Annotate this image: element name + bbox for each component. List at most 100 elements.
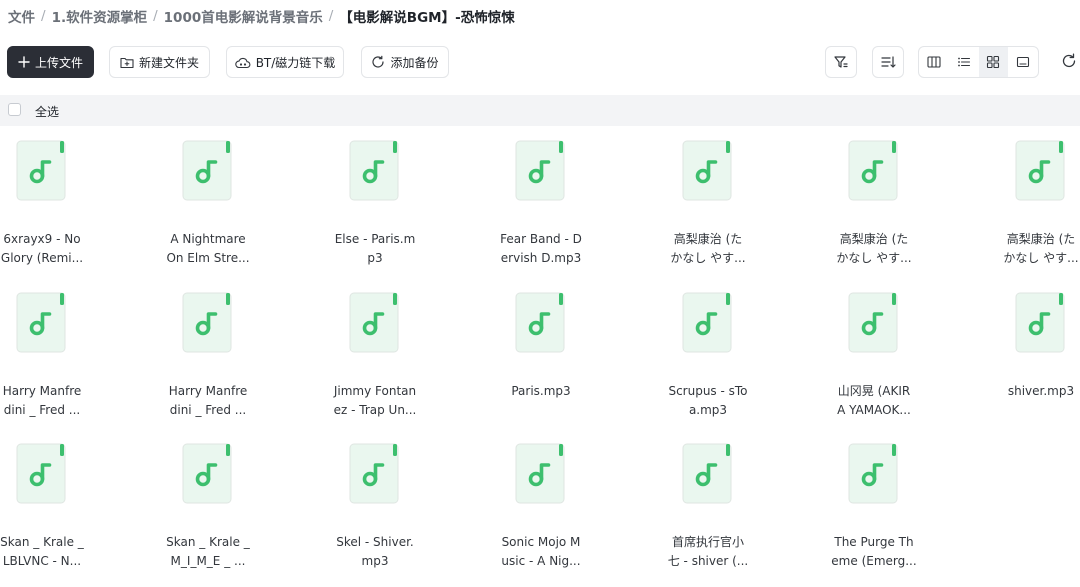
file-name-line: dini _ Fred ... (169, 403, 247, 417)
file-name-line: 6xrayx9 - No (3, 232, 81, 246)
file-item[interactable]: 高梨康治 (た かなし やす... (824, 140, 924, 280)
file-item[interactable]: Scrupus - sTo a.mp3 (658, 292, 758, 432)
file-item[interactable]: Fear Band - D ervish D.mp3 (491, 140, 591, 280)
file-name-line: ervish D.mp3 (500, 251, 582, 265)
file-item[interactable]: shiver.mp3 (991, 292, 1080, 432)
filter-icon (834, 56, 848, 68)
music-file-icon (0, 292, 92, 362)
file-name-line: M_I_M_E _ ... (170, 554, 246, 568)
file-name-line: 山冈晃 (AKIR (837, 384, 911, 398)
music-file-icon (0, 140, 92, 210)
column-view-button[interactable] (919, 47, 949, 77)
file-name-line: ez - Trap Un... (333, 403, 417, 417)
file-name-line: Skan _ Krale _ (166, 535, 250, 549)
grid-view-button[interactable] (978, 47, 1009, 77)
file-name: 高梨康治 (た かなし やす... (650, 230, 766, 268)
file-name: shiver.mp3 (983, 382, 1080, 401)
file-item[interactable]: Skan _ Krale _ M_I_M_E _ ... (158, 443, 258, 583)
file-item[interactable]: 首席执行官小七 - shiver (... (658, 443, 758, 583)
upload-button[interactable]: 上传文件 (7, 46, 94, 78)
file-name-line: Sonic Mojo M (501, 535, 581, 549)
file-name: The Purge Th eme (Emerg... (816, 533, 932, 571)
file-name-line: Harry Manfre (168, 384, 248, 398)
file-item[interactable]: A Nightmare On Elm Stre... (158, 140, 258, 280)
preview-icon (1017, 56, 1030, 68)
file-name-line: a.mp3 (688, 403, 728, 417)
magnet-cloud-icon (235, 57, 251, 68)
file-item[interactable]: Jimmy Fontan ez - Trap Un... (325, 292, 425, 432)
plus-icon (18, 56, 30, 68)
breadcrumb-item-resource[interactable]: 1.软件资源掌柜 (52, 6, 148, 26)
file-name-line: 首席执行官小 (671, 535, 744, 549)
breadcrumb-separator: / (153, 8, 158, 24)
select-all-bar: 全选 (0, 95, 1080, 126)
music-file-icon (158, 443, 258, 513)
file-name: 高梨康治 (た かなし やす... (983, 230, 1080, 268)
refresh-button[interactable] (1060, 52, 1080, 72)
file-name: 首席执行官小七 - shiver (... (650, 533, 766, 571)
select-all-checkbox[interactable] (8, 103, 21, 116)
file-name-line: かなし やす... (1003, 251, 1079, 265)
file-name-line: Glory (Remi... (0, 251, 84, 265)
bt-magnet-download-button[interactable]: BT/磁力链下载 (226, 46, 344, 78)
upload-button-label: 上传文件 (34, 55, 83, 70)
breadcrumb-separator: / (41, 8, 46, 24)
file-name-line: Paris.mp3 (511, 384, 571, 398)
breadcrumb-item-files[interactable]: 文件 (8, 6, 35, 26)
file-item[interactable]: Harry Manfre dini _ Fred ... (158, 292, 258, 432)
file-name: Jimmy Fontan ez - Trap Un... (317, 382, 433, 420)
breadcrumb: 文件 / 1.软件资源掌柜 / 1000首电影解说背景音乐 / 【电影解说BGM… (8, 6, 515, 26)
bt-magnet-download-label: BT/磁力链下载 (255, 55, 336, 70)
preview-view-button[interactable] (1008, 47, 1038, 77)
file-name-line: 七 - shiver (... (667, 554, 749, 568)
music-file-icon (325, 292, 425, 362)
view-mode-group (918, 46, 1039, 78)
file-name: Else - Paris.m p3 (317, 230, 433, 268)
music-file-icon (158, 292, 258, 362)
file-name: 高梨康治 (た かなし やす... (816, 230, 932, 268)
refresh-icon (1062, 53, 1076, 68)
file-name-line: shiver.mp3 (1007, 384, 1075, 398)
filter-button[interactable] (825, 46, 857, 78)
file-name-line: A Nightmare (170, 232, 246, 246)
breadcrumb-separator: / (328, 8, 334, 24)
file-name-line: かなし やす... (670, 251, 746, 265)
select-all-label[interactable]: 全选 (35, 103, 59, 120)
music-file-icon (325, 443, 425, 513)
folder-plus-icon (120, 57, 134, 68)
file-item[interactable]: Paris.mp3 (491, 292, 591, 432)
file-name: Harry Manfre dini _ Fred ... (0, 382, 100, 420)
file-name-line: Harry Manfre (2, 384, 82, 398)
file-name-line: Skan _ Krale _ (0, 535, 84, 549)
file-item[interactable]: Skel - Shiver. mp3 (325, 443, 425, 583)
sort-button[interactable] (872, 46, 904, 78)
file-name: Paris.mp3 (483, 382, 599, 401)
new-folder-button[interactable]: 新建文件夹 (109, 46, 210, 78)
file-item[interactable]: Sonic Mojo M usic - A Nig... (491, 443, 591, 583)
file-name-line: Fear Band - D (500, 232, 582, 246)
file-name-line: The Purge Th (834, 535, 914, 549)
file-item[interactable]: The Purge Th eme (Emerg... (824, 443, 924, 583)
list-view-button[interactable] (949, 47, 979, 77)
file-item[interactable]: Else - Paris.m p3 (325, 140, 425, 280)
file-name-line: Scrupus - sTo (668, 384, 748, 398)
file-name-line: Skel - Shiver. (336, 535, 414, 549)
add-backup-button[interactable]: 添加备份 (361, 46, 449, 78)
file-name-line: dini _ Fred ... (3, 403, 81, 417)
file-item[interactable]: Harry Manfre dini _ Fred ... (0, 292, 92, 432)
file-name: Harry Manfre dini _ Fred ... (150, 382, 266, 420)
music-file-icon (824, 292, 924, 362)
file-name: 6xrayx9 - No Glory (Remi... (0, 230, 100, 268)
grid-icon (987, 55, 1000, 69)
file-item[interactable]: 6xrayx9 - No Glory (Remi... (0, 140, 92, 280)
file-name-line: Jimmy Fontan (333, 384, 417, 398)
new-folder-button-label: 新建文件夹 (138, 55, 199, 70)
music-file-icon (325, 140, 425, 210)
music-file-icon (991, 140, 1080, 210)
file-item[interactable]: 高梨康治 (た かなし やす... (658, 140, 758, 280)
breadcrumb-item-music[interactable]: 1000首电影解说背景音乐 (164, 6, 323, 26)
file-item[interactable]: Skan _ Krale _ LBLVNC - N... (0, 443, 92, 583)
file-name: Fear Band - D ervish D.mp3 (483, 230, 599, 268)
file-item[interactable]: 高梨康治 (た かなし やす... (991, 140, 1080, 280)
file-item[interactable]: 山冈晃 (AKIR A YAMAOK... (824, 292, 924, 432)
